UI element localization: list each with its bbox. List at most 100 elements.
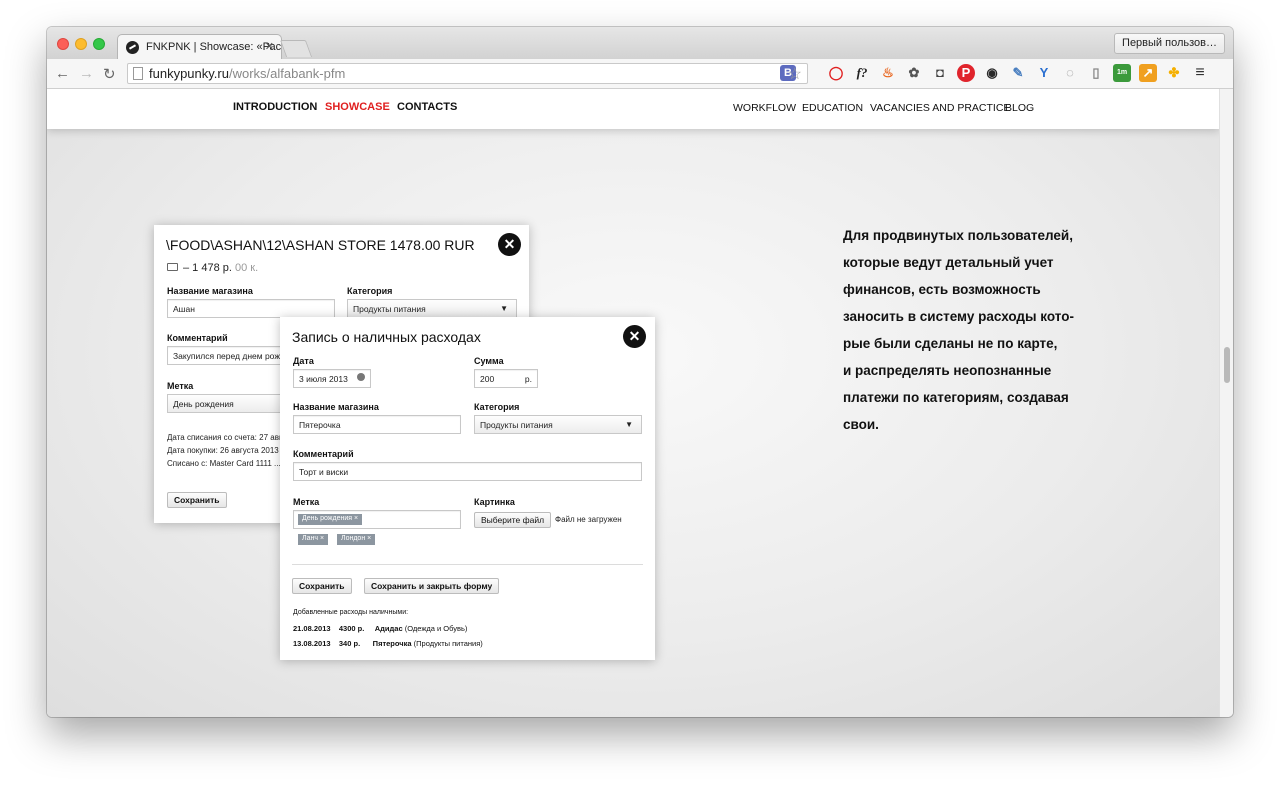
reader-ext-icon[interactable]: ▯ [1087,64,1105,82]
pocket-ext-icon[interactable]: ◘ [931,64,949,82]
date-label: Дата [293,356,314,366]
chart-ext-icon[interactable]: ↗ [1139,64,1157,82]
tab-title: FNKPNK | Showcase: «Рас [146,41,282,53]
tab-bar: FNKPNK | Showcase: «Рас ✕ Первый пользов… [47,27,1233,59]
description-line: которые ведут детальный учет [843,255,1054,270]
tag-chip[interactable]: День рождения × [298,514,363,525]
description-line: и распределять неопознанные [843,363,1052,378]
amount-value: – 1 478 р. [183,262,232,274]
eyedropper-ext-icon[interactable]: ✎ [1009,64,1027,82]
description-line: Для продвинутых пользователей, [843,228,1073,243]
chevron-down-icon: ▼ [500,304,508,313]
opera-ext-icon[interactable]: ◯ [827,64,845,82]
store-input[interactable]: Ашан [167,299,335,318]
tag-label: Метка [167,381,194,391]
minimize-window-button[interactable] [75,38,87,50]
tag-label: Метка [293,497,320,507]
tag-chip[interactable]: Ланч × [298,534,329,545]
cash-expense-card: Запись о наличных расходах ✕ Дата 3 июля… [280,317,655,660]
page-icon [133,67,143,80]
tag-chip[interactable]: Лондон × [337,534,376,545]
save-button[interactable]: Сохранить [292,578,352,594]
store-input[interactable]: Пятерочка [293,415,461,434]
category-select[interactable]: Продукты питания ▼ [474,415,642,434]
expense-record: 13.08.2013 340 р. Пятерочка (Продукты пи… [293,639,483,648]
camera-ext-icon[interactable]: ◉ [983,64,1001,82]
record-store: Пятерочка [372,639,412,648]
zoom-window-button[interactable] [93,38,105,50]
forward-button[interactable]: → [79,65,94,82]
fire-ext-icon[interactable]: ♨ [879,64,897,82]
sum-value: 200 [480,374,495,384]
site-favicon-icon [126,41,139,54]
divider [292,564,643,565]
nav-workflow[interactable]: WORKFLOW [733,102,796,114]
description-line: финансов, есть возможность [843,282,1041,297]
picture-label: Картинка [474,497,515,507]
font-ext-icon[interactable]: f? [853,64,871,82]
browser-toolbar: ← → ↻ funkypunky.ru/works/alfabank-pfm B… [47,59,1233,89]
sum-label: Сумма [474,356,504,366]
menu-icon[interactable]: ≡ [1191,64,1209,82]
browser-window: FNKPNK | Showcase: «Рас ✕ Первый пользов… [47,27,1233,717]
transaction-amount: – 1 478 р. 00 к. [167,262,258,274]
record-sum: 340 р. [338,639,361,648]
description-line: заносить в систему расходы кото- [843,309,1074,324]
transaction-title: \FOOD\ASHAN\12\ASHAN STORE 1478.00 RUR [166,237,475,253]
close-window-button[interactable] [57,38,69,50]
close-icon[interactable]: ✕ [623,325,646,348]
date-value: 3 июля 2013 [299,374,348,384]
url-domain: funkypunky.ru [149,66,229,81]
reload-button[interactable]: ↻ [103,65,116,83]
refresh-ext-icon[interactable]: ◌ [1061,64,1079,82]
profile-button[interactable]: Первый пользов… [1114,33,1225,54]
comment-label: Комментарий [293,449,354,459]
record-store: Адидас [374,624,403,633]
pinterest-ext-icon[interactable]: P [957,64,975,82]
y-ext-icon[interactable]: Y [1035,64,1053,82]
purchase-date-info: Дата покупки: 26 августа 2013 [167,446,279,455]
save-and-close-button[interactable]: Сохранить и закрыть форму [364,578,500,594]
new-tab-button[interactable] [279,40,313,57]
description-line: рые были сделаны не по карте, [843,336,1058,351]
comment-input[interactable]: Торт и виски [293,462,642,481]
evernote-ext-icon[interactable]: ✿ [905,64,923,82]
nav-vacancies[interactable]: VACANCIES AND PRACTICE [870,102,1010,114]
date-input[interactable]: 3 июля 2013 [293,369,371,388]
page-viewport: INTRODUCTION SHOWCASE CONTACTS WORKFLOW … [47,89,1219,717]
nav-showcase[interactable]: SHOWCASE [325,101,390,113]
calendar-icon[interactable] [357,373,365,381]
choose-file-button[interactable]: Выберите файл [474,512,552,528]
close-icon[interactable]: ✕ [498,233,521,256]
record-category: (Одежда и Обувь) [404,624,468,633]
scrollbar[interactable] [1219,89,1233,717]
tab-close-icon[interactable]: ✕ [265,40,274,53]
nav-blog[interactable]: BLOG [1005,102,1034,114]
nav-introduction[interactable]: INTRODUCTION [233,101,317,113]
store-label: Название магазина [167,286,253,296]
chevron-down-icon: ▼ [625,420,633,429]
added-expenses-title: Добавленные расходы наличными: [293,609,409,616]
description-line: свои. [843,417,879,432]
description-line: платежи по категориям, создавая [843,390,1069,405]
card-icon [167,263,178,271]
timer-ext-icon[interactable]: 1m [1113,64,1131,82]
nav-contacts[interactable]: CONTACTS [397,101,457,113]
browser-tab[interactable]: FNKPNK | Showcase: «Рас ✕ [117,34,282,59]
card-info: Списано с: Master Card 1111 ... [167,459,281,468]
expense-record: 21.08.2013 4300 р. Адидас (Одежда и Обув… [293,624,467,633]
no-file-status: Файл не загружен [555,515,622,524]
nav-education[interactable]: EDUCATION [802,102,863,114]
save-button[interactable]: Сохранить [167,492,227,508]
category-select[interactable]: Продукты питания ▼ [347,299,517,318]
sum-input[interactable]: 200 р. [474,369,538,388]
record-category: (Продукты питания) [413,639,483,648]
site-nav: INTRODUCTION SHOWCASE CONTACTS WORKFLOW … [47,89,1219,129]
currency-label: р. [524,374,532,384]
flower-ext-icon[interactable]: ✤ [1165,64,1183,82]
scrollbar-thumb[interactable] [1224,347,1230,383]
url-path: /works/alfabank-pfm [228,66,346,81]
back-button[interactable]: ← [55,65,70,82]
address-bar[interactable]: funkypunky.ru/works/alfabank-pfm B ☆ [127,63,808,84]
bookmark-star-icon[interactable]: ☆ [788,64,802,84]
